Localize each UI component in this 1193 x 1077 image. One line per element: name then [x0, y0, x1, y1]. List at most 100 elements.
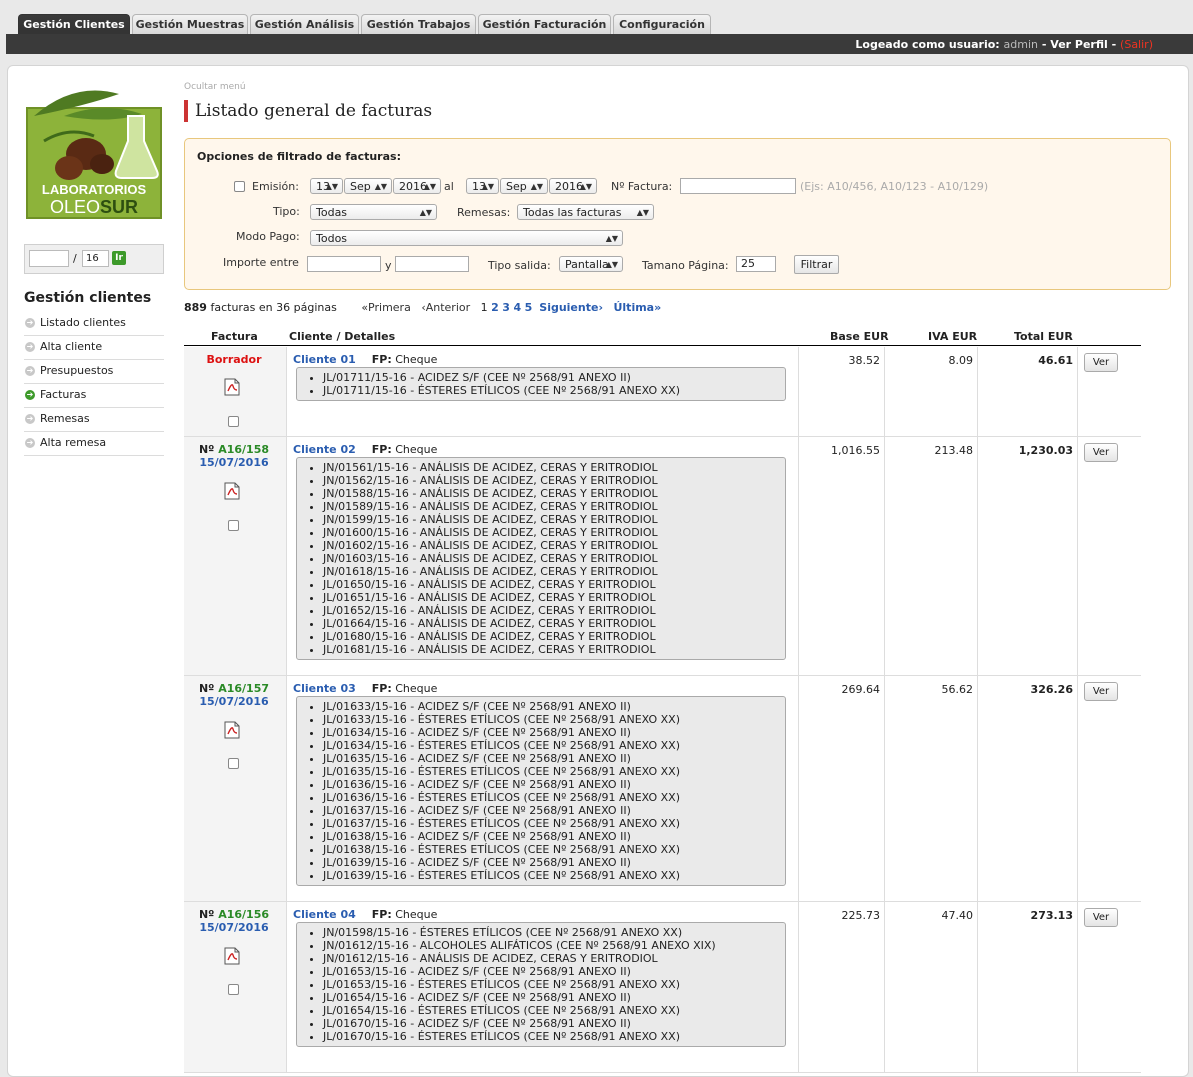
hide-menu-link[interactable]: Ocultar menú: [184, 82, 246, 92]
ver-button[interactable]: Ver: [1084, 908, 1118, 927]
go-button[interactable]: Ir: [112, 251, 126, 265]
select-value: Sep: [350, 180, 371, 193]
tab-configuracion[interactable]: Configuración: [613, 14, 711, 34]
client-link[interactable]: Cliente 02: [293, 443, 356, 456]
select-checkbox[interactable]: [228, 416, 239, 427]
page-link[interactable]: 3: [502, 301, 510, 314]
filtrar-button[interactable]: Filtrar: [794, 255, 839, 274]
col-header-total: Total EUR: [1014, 330, 1073, 343]
to-day-select[interactable]: 13 ▲▼: [466, 178, 499, 194]
emision-label: Emisión:: [252, 180, 299, 193]
tamano-pagina-input[interactable]: 25: [736, 256, 776, 272]
from-day-select[interactable]: 13 ▲▼: [310, 178, 343, 194]
select-checkbox[interactable]: [228, 984, 239, 995]
modo-pago-select[interactable]: Todos ▲▼: [310, 230, 623, 246]
profile-link[interactable]: Ver Perfil: [1050, 38, 1108, 51]
list-item: JL/01652/15-16 - ANÁLISIS DE ACIDEZ, CER…: [323, 604, 785, 617]
pdf-icon[interactable]: [224, 378, 240, 396]
importe-to-input[interactable]: [395, 256, 469, 272]
arrow-circle-icon: ➔: [25, 390, 35, 400]
total-cell: 1,230.03: [978, 437, 1078, 675]
user-bar: Logeado como usuario: admin - Ver Perfil…: [6, 34, 1193, 54]
list-item: JL/01636/15-16 - ÉSTERES ETÍLICOS (CEE N…: [323, 791, 785, 804]
modo-pago-label: Modo Pago:: [236, 230, 300, 243]
select-arrows-icon: ▲▼: [325, 182, 338, 191]
items-list: JN/01598/15-16 - ÉSTERES ETÍLICOS (CEE N…: [296, 922, 786, 1047]
list-item: JL/01636/15-16 - ACIDEZ S/F (CEE Nº 2568…: [323, 778, 785, 791]
importe-label: Importe entre: [223, 256, 299, 269]
page-title: Listado general de facturas: [184, 100, 432, 122]
from-year-select[interactable]: 2016 ▲▼: [393, 178, 441, 194]
fp-label: FP:: [371, 908, 392, 921]
list-item: JN/01598/15-16 - ÉSTERES ETÍLICOS (CEE N…: [323, 926, 785, 939]
sidebar-item-label: Presupuestos: [40, 364, 114, 377]
sidebar-item-listado-clientes[interactable]: ➔ Listado clientes: [24, 312, 164, 336]
tipo-select[interactable]: Todas ▲▼: [310, 204, 437, 220]
username: admin: [1003, 38, 1039, 51]
client-line: Cliente 03 FP: Cheque: [293, 682, 437, 695]
list-item: JL/01633/15-16 - ACIDEZ S/F (CEE Nº 2568…: [323, 700, 785, 713]
select-checkbox[interactable]: [228, 520, 239, 531]
base-value: 38.52: [848, 354, 881, 367]
first-page-link[interactable]: «Primera: [361, 301, 411, 314]
sidebar-item-alta-remesa[interactable]: ➔ Alta remesa: [24, 432, 164, 456]
sidebar-item-remesas[interactable]: ➔ Remesas: [24, 408, 164, 432]
tab-gestion-analisis[interactable]: Gestión Análisis: [250, 14, 359, 34]
factura-cell: Nº A16/156 15/07/2016: [184, 902, 287, 1072]
list-item: JL/01635/15-16 - ACIDEZ S/F (CEE Nº 2568…: [323, 752, 785, 765]
col-header-iva: IVA EUR: [928, 330, 978, 343]
ver-button[interactable]: Ver: [1084, 682, 1118, 701]
prev-page-link[interactable]: ‹Anterior: [421, 301, 470, 314]
next-page-link[interactable]: Siguiente›: [539, 301, 603, 314]
tab-gestion-muestras[interactable]: Gestión Muestras: [132, 14, 248, 34]
total-value: 273.13: [1030, 909, 1073, 922]
col-header-cliente: Cliente / Detalles: [289, 330, 396, 343]
client-link[interactable]: Cliente 01: [293, 353, 356, 366]
to-year-select[interactable]: 2016 ▲▼: [549, 178, 597, 194]
page-jump-input[interactable]: [29, 250, 69, 267]
emision-checkbox[interactable]: [234, 181, 245, 192]
sidebar-item-facturas[interactable]: ➔ Facturas: [24, 384, 164, 408]
ver-button[interactable]: Ver: [1084, 443, 1118, 462]
filter-panel: Opciones de filtrado de facturas: Emisió…: [184, 138, 1171, 290]
nfactura-input[interactable]: [680, 178, 796, 194]
list-item: JN/01599/15-16 - ANÁLISIS DE ACIDEZ, CER…: [323, 513, 785, 526]
base-cell: 1,016.55: [799, 437, 885, 675]
from-month-select[interactable]: Sep ▲▼: [344, 178, 392, 194]
invoice-number: Nº A16/156: [184, 908, 284, 921]
page-link[interactable]: 5: [525, 301, 533, 314]
pdf-icon[interactable]: [224, 947, 240, 965]
importe-from-input[interactable]: [307, 256, 381, 272]
list-item: JL/01654/15-16 - ÉSTERES ETÍLICOS (CEE N…: [323, 1004, 785, 1017]
pdf-icon[interactable]: [224, 482, 240, 500]
ver-cell: Ver: [1078, 902, 1141, 1072]
list-item: JL/01653/15-16 - ACIDEZ S/F (CEE Nº 2568…: [323, 965, 785, 978]
tab-gestion-trabajos[interactable]: Gestión Trabajos: [361, 14, 476, 34]
sidebar-item-alta-cliente[interactable]: ➔ Alta cliente: [24, 336, 164, 360]
list-item: JN/01612/15-16 - ANÁLISIS DE ACIDEZ, CER…: [323, 952, 785, 965]
remesas-select[interactable]: Todas las facturas ▲▼: [517, 204, 654, 220]
tab-gestion-facturacion[interactable]: Gestión Facturación: [478, 14, 611, 34]
ver-button[interactable]: Ver: [1084, 353, 1118, 372]
to-month-select[interactable]: Sep ▲▼: [500, 178, 548, 194]
details-cell: Cliente 02 FP: Cheque JN/01561/15-16 - AN…: [286, 437, 799, 675]
invoice-date: 15/07/2016: [199, 695, 269, 708]
total-cell: 46.61: [978, 347, 1078, 436]
select-checkbox[interactable]: [228, 758, 239, 769]
sidebar-item-presupuestos[interactable]: ➔ Presupuestos: [24, 360, 164, 384]
list-item: JN/01603/15-16 - ANÁLISIS DE ACIDEZ, CER…: [323, 552, 785, 565]
page-link[interactable]: 2: [491, 301, 499, 314]
tipo-salida-select[interactable]: Pantalla ▲▼: [559, 256, 623, 272]
list-item: JL/01670/15-16 - ACIDEZ S/F (CEE Nº 2568…: [323, 1017, 785, 1030]
last-page-link[interactable]: Última»: [613, 301, 661, 314]
page-link[interactable]: 4: [513, 301, 521, 314]
logout-link[interactable]: (Salir): [1120, 38, 1153, 51]
tab-gestion-clientes[interactable]: Gestión Clientes: [18, 14, 130, 35]
list-item: JL/01653/15-16 - ÉSTERES ETÍLICOS (CEE N…: [323, 978, 785, 991]
client-link[interactable]: Cliente 03: [293, 682, 356, 695]
invoice-code: A16/158: [218, 443, 270, 456]
base-cell: 269.64: [799, 676, 885, 901]
select-value: Sep: [506, 180, 527, 193]
pdf-icon[interactable]: [224, 721, 240, 739]
client-link[interactable]: Cliente 04: [293, 908, 356, 921]
